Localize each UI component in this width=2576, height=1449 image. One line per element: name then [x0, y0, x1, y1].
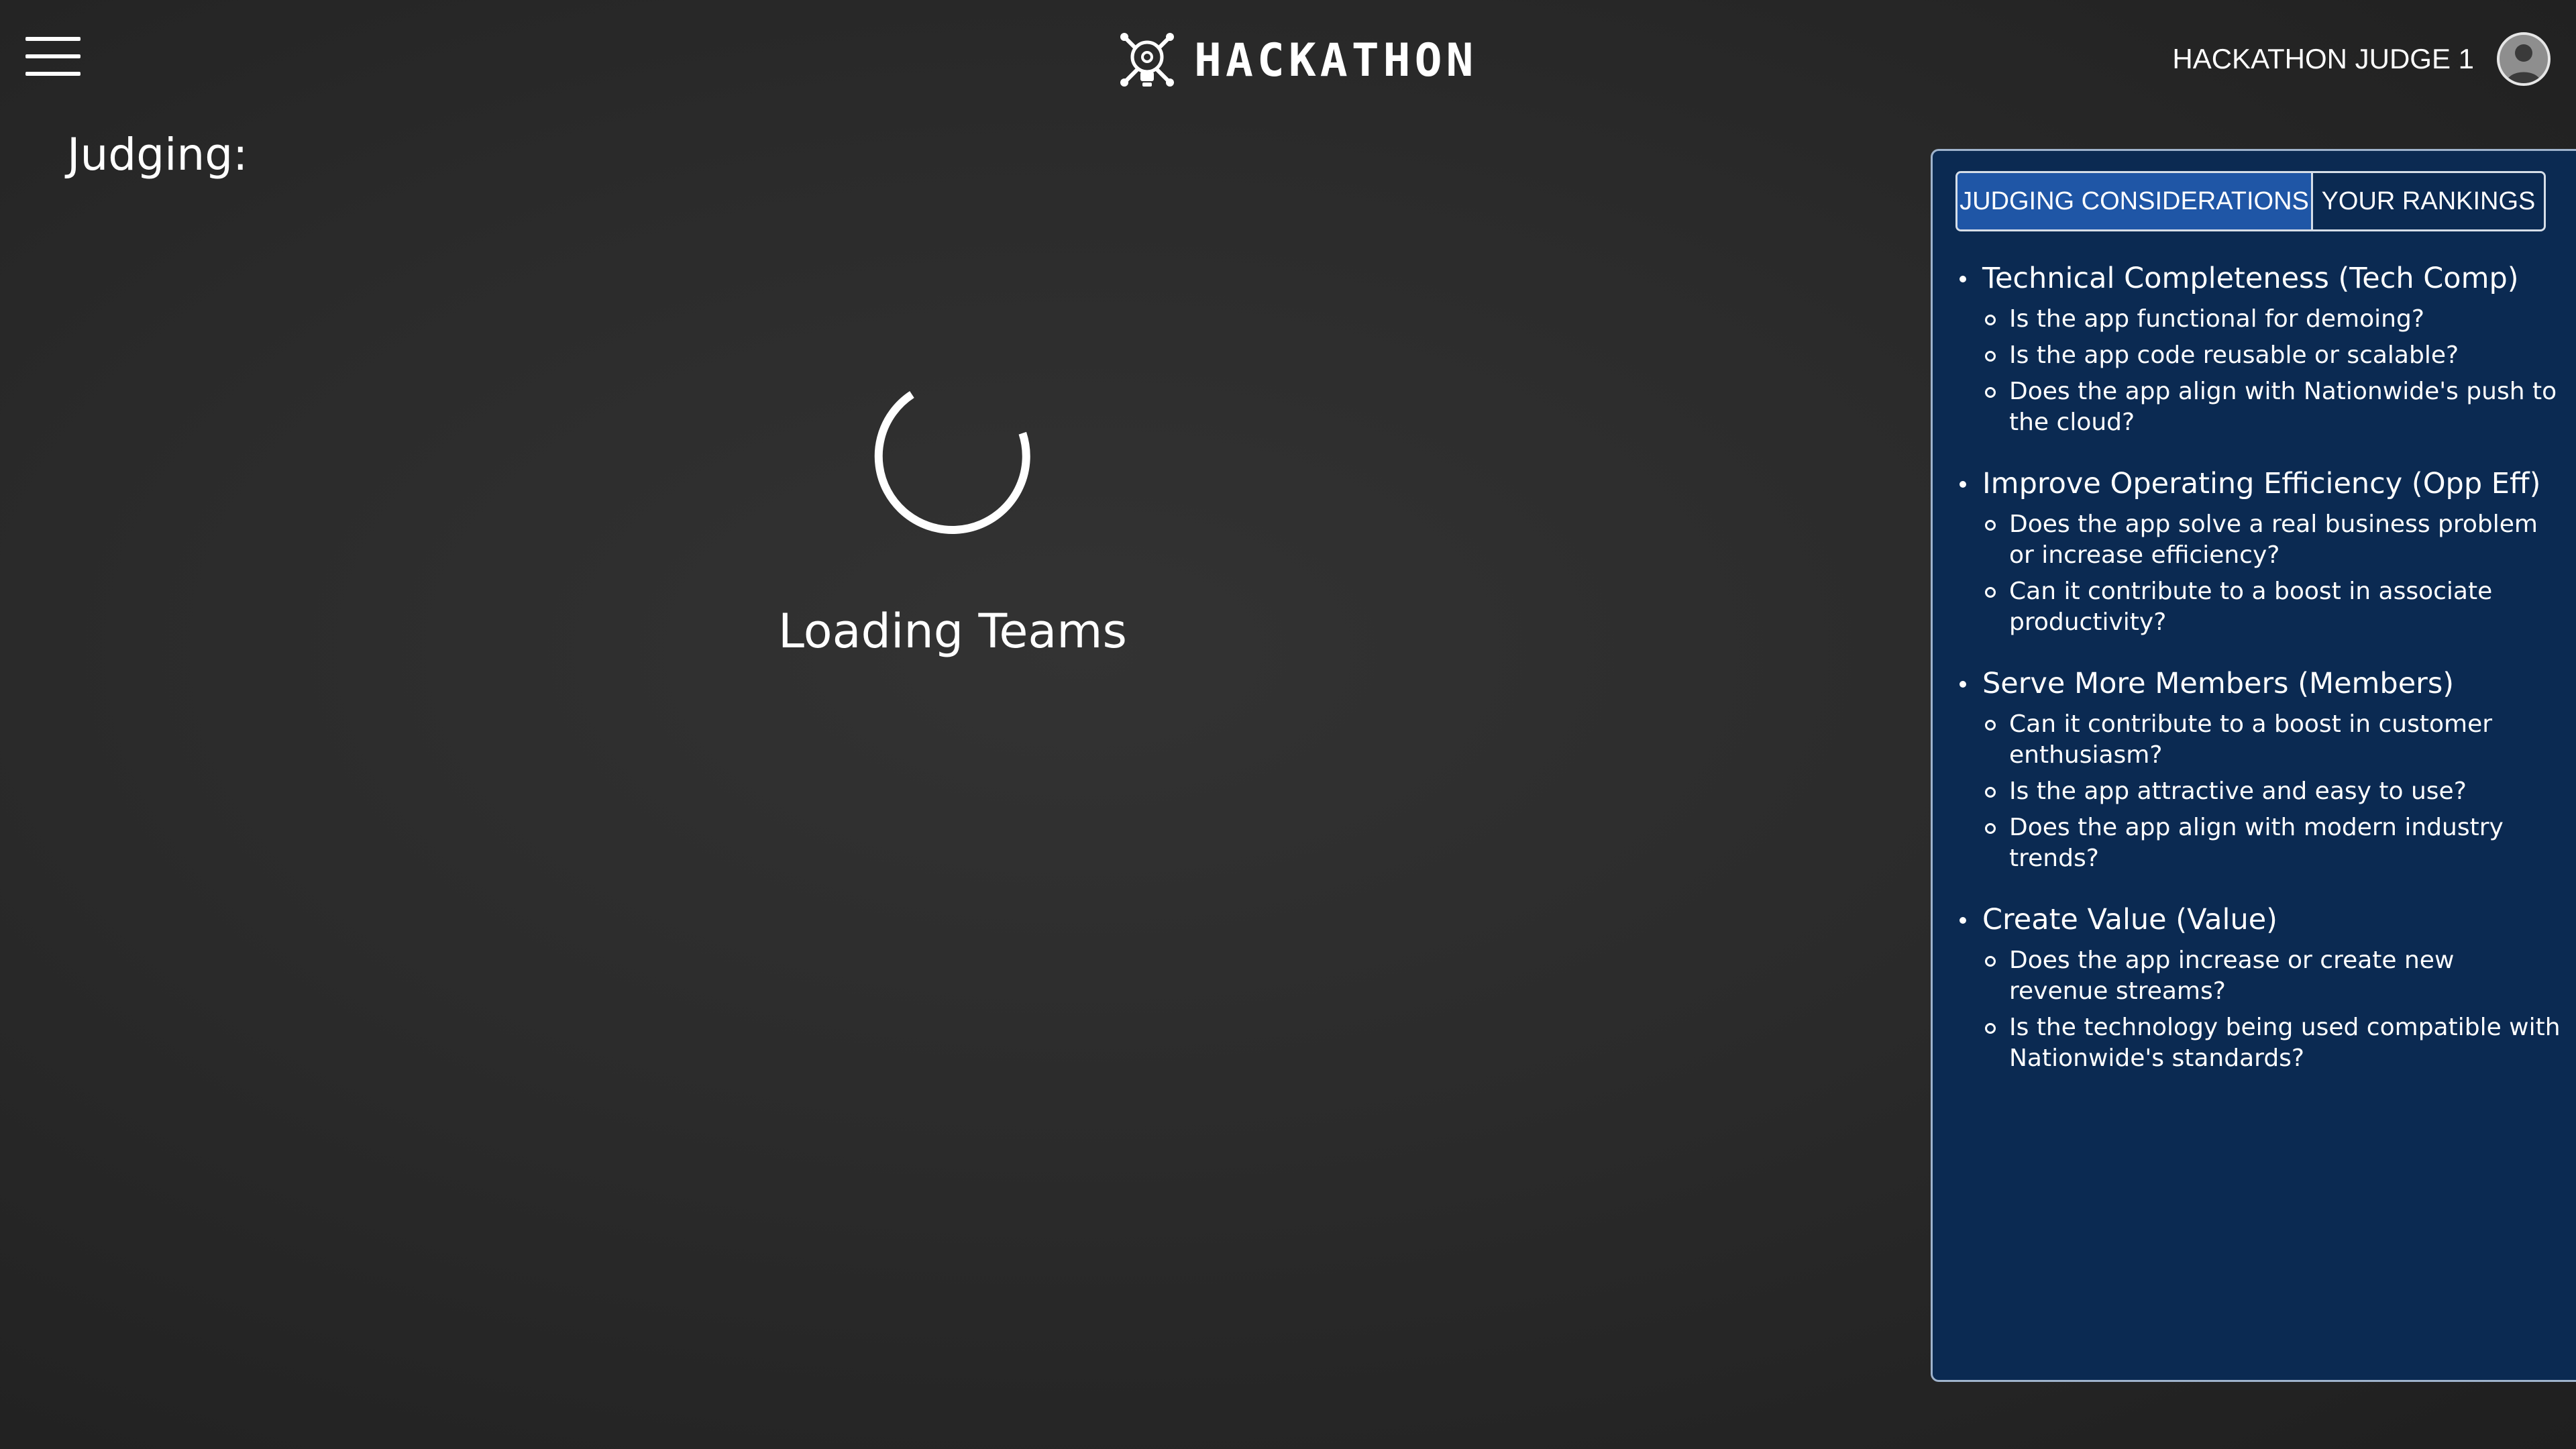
criterion-title: Serve More Members (Members)	[1957, 663, 2561, 704]
lightbulb-crossbones-icon	[1120, 33, 1174, 87]
user-menu[interactable]: HACKATHON JUDGE 1	[2172, 31, 2551, 87]
user-name: HACKATHON JUDGE 1	[2172, 43, 2474, 74]
criterion: Create Value (Value) Does the app increa…	[1957, 900, 2561, 1074]
criterion-question: Can it contribute to a boost in customer…	[1957, 709, 2561, 771]
criterion-question: Does the app increase or create new reve…	[1957, 945, 2561, 1007]
criterion-question: Does the app align with modern industry …	[1957, 812, 2561, 874]
hackathon-logo[interactable]: HACKATHON	[1120, 30, 1477, 91]
hamburger-menu-icon[interactable]	[25, 37, 80, 76]
criterion: Improve Operating Efficiency (Opp Eff) D…	[1957, 464, 2561, 638]
criterion: Serve More Members (Members) Can it cont…	[1957, 663, 2561, 874]
criteria-list: Technical Completeness (Tech Comp) Is th…	[1957, 258, 2561, 1099]
avatar-icon[interactable]	[2497, 32, 2551, 86]
tab-judging-considerations[interactable]: JUDGING CONSIDERATIONS	[1957, 173, 2313, 229]
loading-indicator: Loading Teams	[738, 376, 1167, 659]
criterion-title: Technical Completeness (Tech Comp)	[1957, 258, 2561, 299]
top-bar: HACKATHON HACKATHON JUDGE 1	[0, 0, 2576, 127]
logo-text: HACKATHON	[1194, 34, 1478, 87]
criterion-question: Does the app align with Nationwide's pus…	[1957, 376, 2561, 438]
criterion-question: Is the app attractive and easy to use?	[1957, 776, 2561, 807]
criterion-title: Create Value (Value)	[1957, 900, 2561, 940]
loading-spinner-icon	[874, 390, 1030, 534]
criterion-question: Is the technology being used compatible …	[1957, 1012, 2561, 1074]
criterion-title: Improve Operating Efficiency (Opp Eff)	[1957, 464, 2561, 504]
panel-tabs: JUDGING CONSIDERATIONS YOUR RANKINGS	[1955, 171, 2546, 231]
loading-text: Loading Teams	[778, 604, 1127, 659]
criterion: Technical Completeness (Tech Comp) Is th…	[1957, 258, 2561, 438]
criterion-question: Is the app code reusable or scalable?	[1957, 340, 2561, 371]
tab-your-rankings[interactable]: YOUR RANKINGS	[2313, 173, 2544, 229]
criterion-question: Can it contribute to a boost in associat…	[1957, 576, 2561, 638]
page-title: Judging:	[67, 129, 248, 180]
criterion-question: Does the app solve a real business probl…	[1957, 509, 2561, 571]
judging-sidebar-panel: JUDGING CONSIDERATIONS YOUR RANKINGS Tec…	[1931, 149, 2576, 1382]
criterion-question: Is the app functional for demoing?	[1957, 304, 2561, 335]
